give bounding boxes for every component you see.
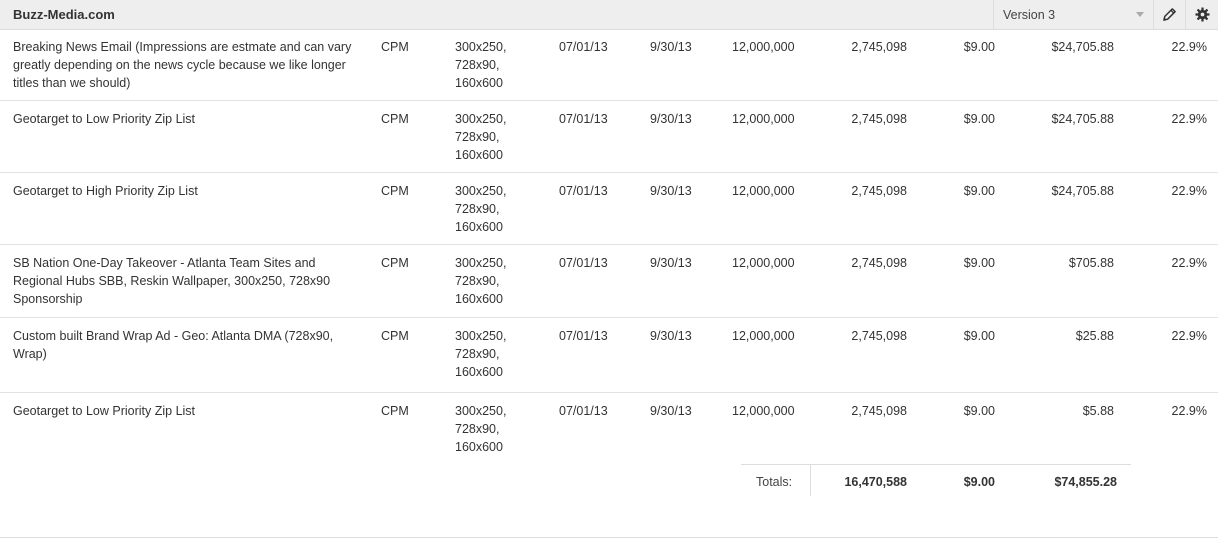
line-item-delivered: 2,745,098 bbox=[851, 112, 907, 126]
table-row[interactable]: Geotarget to High Priority Zip List CPM 30… bbox=[0, 173, 1218, 245]
bottom-divider bbox=[0, 537, 1218, 538]
line-item-cost: $24,705.88 bbox=[1051, 184, 1114, 198]
line-item-name: Breaking News Email (Impressions are est… bbox=[13, 40, 352, 90]
line-item-type: CPM bbox=[381, 404, 409, 418]
line-item-percent: 22.9% bbox=[1171, 404, 1207, 418]
line-item-percent: 22.9% bbox=[1171, 329, 1207, 343]
line-item-sizes: 300x250, 728x90, 160x600 bbox=[455, 329, 507, 379]
line-item-impressions: 12,000,000 bbox=[732, 329, 795, 343]
line-item-start-date: 07/01/13 bbox=[559, 404, 608, 418]
line-item-sizes: 300x250, 728x90, 160x600 bbox=[455, 404, 507, 454]
line-item-type: CPM bbox=[381, 112, 409, 126]
line-item-type: CPM bbox=[381, 184, 409, 198]
line-item-cost: $24,705.88 bbox=[1051, 40, 1114, 54]
line-item-rate: $9.00 bbox=[963, 184, 995, 198]
line-item-name: Custom built Brand Wrap Ad - Geo: Atlant… bbox=[13, 329, 334, 361]
line-item-sizes: 300x250, 728x90, 160x600 bbox=[455, 184, 507, 234]
edit-button[interactable] bbox=[1154, 0, 1186, 29]
line-item-percent: 22.9% bbox=[1171, 184, 1207, 198]
totals-cost: $74,855.28 bbox=[1054, 475, 1117, 489]
line-item-sizes: 300x250, 728x90, 160x600 bbox=[455, 112, 507, 162]
line-item-name: Geotarget to Low Priority Zip List bbox=[13, 404, 196, 418]
site-name: Buzz-Media.com bbox=[13, 7, 115, 22]
totals-row: Totals: 16,470,588 $9.00 $74,855.28 bbox=[741, 464, 1131, 496]
line-item-rate: $9.00 bbox=[963, 404, 995, 418]
line-item-impressions: 12,000,000 bbox=[732, 40, 795, 54]
line-item-type: CPM bbox=[381, 329, 409, 343]
chevron-down-icon bbox=[1136, 12, 1144, 17]
line-item-impressions: 12,000,000 bbox=[732, 404, 795, 418]
line-item-end-date: 9/30/13 bbox=[650, 329, 692, 343]
line-item-cost: $24,705.88 bbox=[1051, 112, 1114, 126]
line-item-end-date: 9/30/13 bbox=[650, 112, 692, 126]
totals-label: Totals: bbox=[756, 475, 793, 489]
line-item-percent: 22.9% bbox=[1171, 256, 1207, 270]
line-item-end-date: 9/30/13 bbox=[650, 184, 692, 198]
line-item-name: Geotarget to Low Priority Zip List bbox=[13, 112, 196, 126]
totals-divider bbox=[810, 465, 811, 496]
line-item-sizes: 300x250, 728x90, 160x600 bbox=[455, 256, 507, 306]
line-item-type: CPM bbox=[381, 40, 409, 54]
gear-icon bbox=[1194, 7, 1210, 22]
line-item-name: Geotarget to High Priority Zip List bbox=[13, 184, 198, 198]
table-row[interactable]: Geotarget to Low Priority Zip List CPM 300… bbox=[0, 101, 1218, 173]
line-item-percent: 22.9% bbox=[1171, 40, 1207, 54]
line-item-start-date: 07/01/13 bbox=[559, 112, 608, 126]
line-item-rate: $9.00 bbox=[963, 256, 995, 270]
line-item-start-date: 07/01/13 bbox=[559, 184, 608, 198]
line-item-delivered: 2,745,098 bbox=[851, 256, 907, 270]
line-item-delivered: 2,745,098 bbox=[851, 184, 907, 198]
table-header-bar: Buzz-Media.com Version 3 bbox=[0, 0, 1218, 30]
line-item-start-date: 07/01/13 bbox=[559, 256, 608, 270]
table-row[interactable]: Geotarget to Low Priority Zip List CPM 300… bbox=[0, 393, 1218, 463]
line-item-cost: $705.88 bbox=[1068, 256, 1114, 270]
line-item-cost: $5.88 bbox=[1082, 404, 1114, 418]
settings-button[interactable] bbox=[1186, 0, 1218, 29]
line-item-delivered: 2,745,098 bbox=[851, 329, 907, 343]
line-item-delivered: 2,745,098 bbox=[851, 40, 907, 54]
line-item-end-date: 9/30/13 bbox=[650, 256, 692, 270]
line-item-delivered: 2,745,098 bbox=[851, 404, 907, 418]
totals-delivered: 16,470,588 bbox=[844, 475, 907, 489]
table-row[interactable]: SB Nation One-Day Takeover - Atlanta Tea… bbox=[0, 245, 1218, 318]
line-item-rate: $9.00 bbox=[963, 329, 995, 343]
line-item-type: CPM bbox=[381, 256, 409, 270]
line-item-percent: 22.9% bbox=[1171, 112, 1207, 126]
line-item-rate: $9.00 bbox=[963, 40, 995, 54]
line-item-start-date: 07/01/13 bbox=[559, 40, 608, 54]
totals-rate: $9.00 bbox=[963, 475, 995, 489]
line-item-sizes: 300x250, 728x90, 160x600 bbox=[455, 40, 507, 90]
line-item-cost: $25.88 bbox=[1075, 329, 1114, 343]
version-label: Version 3 bbox=[1003, 8, 1056, 22]
table-row[interactable]: Custom built Brand Wrap Ad - Geo: Atlant… bbox=[0, 318, 1218, 393]
line-item-end-date: 9/30/13 bbox=[650, 404, 692, 418]
line-item-impressions: 12,000,000 bbox=[732, 256, 795, 270]
line-item-rate: $9.00 bbox=[963, 112, 995, 126]
version-dropdown[interactable]: Version 3 bbox=[993, 0, 1154, 29]
line-item-impressions: 12,000,000 bbox=[732, 184, 795, 198]
table-row[interactable]: Breaking News Email (Impressions are est… bbox=[0, 29, 1218, 101]
pencil-icon bbox=[1163, 8, 1176, 21]
line-item-start-date: 07/01/13 bbox=[559, 329, 608, 343]
line-item-end-date: 9/30/13 bbox=[650, 40, 692, 54]
line-item-impressions: 12,000,000 bbox=[732, 112, 795, 126]
line-item-name: SB Nation One-Day Takeover - Atlanta Tea… bbox=[13, 256, 331, 306]
